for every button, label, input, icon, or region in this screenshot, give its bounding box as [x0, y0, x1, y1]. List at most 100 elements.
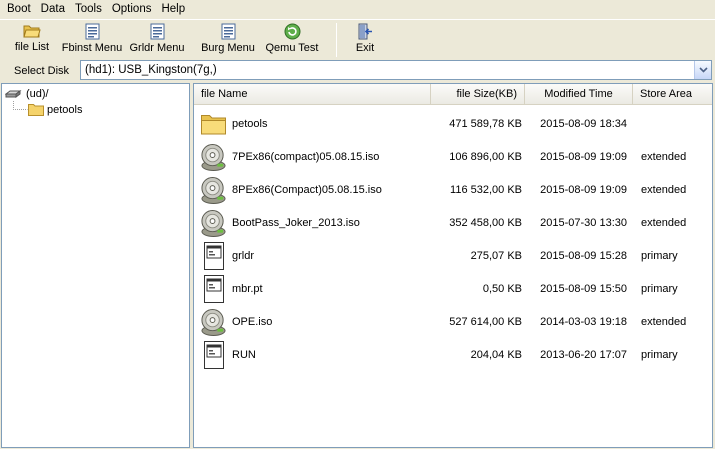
disc-image-icon [200, 142, 227, 172]
column-modified-time[interactable]: Modified Time [525, 84, 633, 105]
cell-file-name: 8PEx86(Compact)05.08.15.iso [194, 175, 431, 205]
cell-file-name: OPE.iso [194, 307, 431, 337]
cell-store-area: primary [641, 348, 678, 361]
file-list-label: file List [14, 41, 50, 53]
document-list-icon [85, 23, 99, 40]
cell-file-size: 275,07 KB [470, 249, 522, 262]
disk-dropdown-value: (hd1): USB_Kingston(7g,) [85, 64, 217, 76]
file-name-text: RUN [232, 348, 256, 361]
column-file-size[interactable]: file Size(KB) [431, 84, 525, 105]
cell-file-size: 204,04 KB [470, 348, 522, 361]
file-name-text: grldr [232, 249, 255, 262]
qemu-test-label: Qemu Test [265, 42, 319, 54]
cell-file-name: BootPass_Joker_2013.iso [194, 208, 431, 238]
cell-file-size: 527 614,00 KB [449, 315, 522, 328]
folder-icon [28, 104, 44, 116]
disc-image-icon [200, 208, 227, 238]
cell-file-name: petools [194, 109, 431, 139]
fbinst-menu-label: Fbinst Menu [61, 42, 123, 54]
cell-file-size: 106 896,00 KB [449, 150, 522, 163]
table-row[interactable]: OPE.iso 527 614,00 KB 2014-03-03 19:18 exte… [194, 305, 712, 338]
select-disk-label: Select Disk [14, 64, 70, 77]
tree-item-root[interactable]: (ud)/ [5, 85, 49, 102]
tree-connector [13, 101, 28, 110]
cell-file-name: 7PEx86(compact)05.08.15.iso [194, 142, 431, 172]
toolbar: file List Fbinst Menu Grldr Menu Burg Me… [0, 19, 715, 59]
document-list-icon [221, 23, 235, 40]
table-row[interactable]: 8PEx86(Compact)05.08.15.iso 116 532,00 KB… [194, 173, 712, 206]
toolbar-separator [336, 23, 337, 57]
qemu-test-button[interactable]: Qemu Test [262, 20, 322, 58]
cell-modified-time: 2015-08-09 19:09 [540, 150, 627, 163]
table-row[interactable]: petools 471 589,78 KB 2015-08-09 18:34 [194, 107, 712, 140]
cell-store-area: primary [641, 249, 678, 262]
folder-open-icon [23, 25, 41, 38]
file-name-text: OPE.iso [232, 315, 273, 328]
file-name-text: 8PEx86(Compact)05.08.15.iso [232, 183, 382, 196]
fbinst-menu-button[interactable]: Fbinst Menu [58, 20, 126, 58]
menu-options[interactable]: Options [107, 0, 157, 19]
disk-dropdown[interactable]: (hd1): USB_Kingston(7g,) [80, 60, 712, 80]
cell-store-area: extended [641, 183, 687, 196]
file-icon [200, 340, 227, 370]
disc-image-icon [200, 307, 227, 337]
table-row[interactable]: grldr 275,07 KB 2015-08-09 15:28 primary [194, 239, 712, 272]
exit-door-icon [358, 23, 372, 40]
cell-store-area: extended [641, 150, 687, 163]
file-name-text: BootPass_Joker_2013.iso [232, 216, 360, 229]
menu-boot[interactable]: Boot [2, 0, 36, 19]
table-row[interactable]: mbr.pt 0,50 KB 2015-08-09 15:50 primary [194, 272, 712, 305]
cell-file-size: 471 589,78 KB [449, 117, 522, 130]
cell-modified-time: 2013-06-20 17:07 [540, 348, 627, 361]
document-list-icon [150, 23, 164, 40]
tree-item-petools[interactable]: petools [28, 101, 82, 118]
file-name-text: mbr.pt [232, 282, 263, 295]
tree-petools-label: petools [47, 103, 83, 116]
menu-tools[interactable]: Tools [70, 0, 107, 19]
cell-modified-time: 2015-08-09 15:50 [540, 282, 627, 295]
cell-file-size: 116 532,00 KB [450, 183, 522, 196]
cell-modified-time: 2014-03-03 19:18 [540, 315, 627, 328]
exit-label: Exit [355, 42, 375, 54]
cell-file-name: grldr [194, 241, 431, 271]
tree-root-label: (ud)/ [26, 87, 49, 100]
cell-file-name: RUN [194, 340, 431, 370]
cell-file-size: 0,50 KB [482, 282, 522, 295]
cell-store-area: primary [641, 282, 678, 295]
cell-file-size: 352 458,00 KB [449, 216, 522, 229]
disk-selector-row: Select Disk (hd1): USB_Kingston(7g,) [0, 59, 715, 82]
cell-store-area: extended [641, 315, 687, 328]
column-store-area[interactable]: Store Area [633, 84, 712, 105]
table-row[interactable]: BootPass_Joker_2013.iso 352 458,00 KB 2015… [194, 206, 712, 239]
file-list-view: file Name file Size(KB) Modified Time St… [193, 83, 713, 448]
file-name-text: petools [232, 117, 268, 130]
menu-data[interactable]: Data [36, 0, 70, 19]
column-file-name[interactable]: file Name [194, 84, 431, 105]
cell-modified-time: 2015-08-09 15:28 [540, 249, 627, 262]
drive-icon [5, 89, 22, 98]
refresh-icon [284, 23, 300, 40]
folder-tree: (ud)/ petools [1, 83, 190, 448]
file-list-button[interactable]: file List [6, 20, 58, 58]
menu-bar: Boot Data Tools Options Help [0, 0, 715, 19]
menu-help[interactable]: Help [156, 0, 190, 19]
cell-file-name: mbr.pt [194, 274, 431, 304]
cell-modified-time: 2015-07-30 13:30 [540, 216, 627, 229]
file-icon [200, 274, 227, 304]
cell-modified-time: 2015-08-09 19:09 [540, 183, 627, 196]
chevron-down-icon[interactable] [694, 61, 711, 79]
exit-button[interactable]: Exit [349, 20, 381, 58]
burg-menu-label: Burg Menu [201, 42, 255, 54]
disc-image-icon [200, 175, 227, 205]
grldr-menu-button[interactable]: Grldr Menu [126, 20, 188, 58]
grldr-menu-label: Grldr Menu [129, 42, 185, 54]
file-name-text: 7PEx86(compact)05.08.15.iso [232, 150, 380, 163]
cell-modified-time: 2015-08-09 18:34 [540, 117, 627, 130]
table-row[interactable]: RUN 204,04 KB 2013-06-20 17:07 primary [194, 338, 712, 371]
list-header: file Name file Size(KB) Modified Time St… [194, 84, 712, 105]
table-row[interactable]: 7PEx86(compact)05.08.15.iso 106 896,00 KB… [194, 140, 712, 173]
burg-menu-button[interactable]: Burg Menu [194, 20, 262, 58]
folder-icon [200, 109, 227, 139]
file-icon [200, 241, 227, 271]
cell-store-area: extended [641, 216, 687, 229]
